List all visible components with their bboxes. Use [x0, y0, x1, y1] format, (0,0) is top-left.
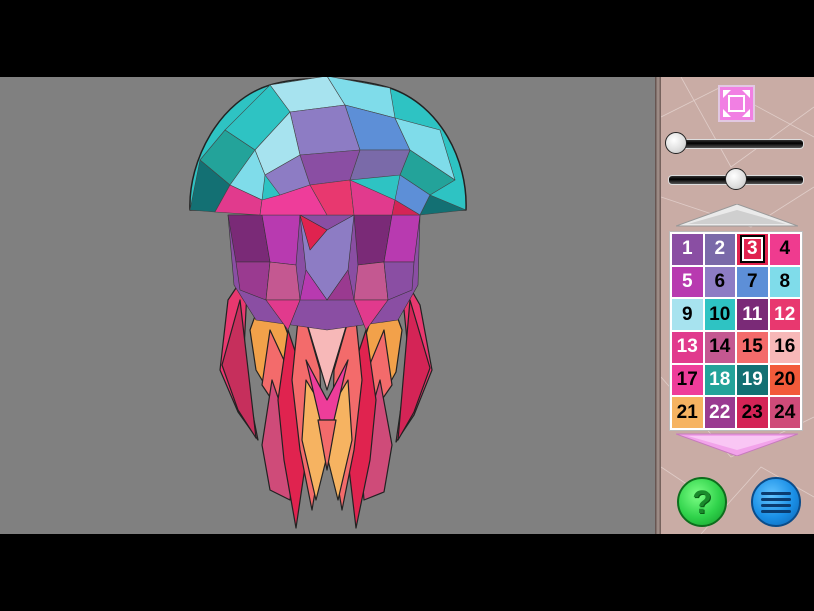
color-palette: 1 2 3 4 5 6 7 8 9 10 11 12 13 14 15 16 17 18 19 20 21 22 23 24 — [669, 231, 803, 431]
swatch-number: 9 — [681, 303, 693, 325]
palette-swatch-7[interactable]: 7 — [737, 266, 768, 298]
palette-swatch-15[interactable]: 15 — [737, 331, 768, 363]
swatch-number: 2 — [714, 238, 726, 260]
palette-swatch-20[interactable]: 20 — [769, 364, 800, 396]
swatch-number: 6 — [714, 270, 726, 292]
palette-scroll-up-button[interactable] — [675, 203, 799, 233]
swatch-number: 3 — [739, 235, 765, 264]
swatch-number: 20 — [774, 368, 796, 390]
slider-thumb[interactable] — [665, 132, 688, 154]
bottom-letterbox — [0, 534, 814, 611]
palette-swatch-21[interactable]: 21 — [672, 397, 703, 428]
palette-swatch-3[interactable]: 3 — [737, 234, 768, 265]
palette-swatch-24[interactable]: 24 — [769, 397, 800, 428]
drawing-canvas[interactable] — [0, 77, 655, 534]
jellyfish-picture[interactable] — [0, 77, 655, 534]
slider-track — [668, 139, 804, 149]
palette-scroll-down-button[interactable] — [675, 432, 799, 461]
hint-button[interactable]: ? — [677, 477, 727, 527]
menu-button[interactable] — [751, 477, 801, 527]
swatch-number: 18 — [709, 368, 731, 390]
swatch-number: 12 — [774, 303, 796, 325]
swatch-number: 1 — [681, 238, 693, 260]
triangle-down-icon — [675, 433, 799, 457]
fit-to-screen-button[interactable] — [718, 85, 755, 122]
brightness-slider[interactable] — [668, 168, 804, 192]
swatch-number: 5 — [681, 270, 693, 292]
palette-swatch-14[interactable]: 14 — [704, 331, 735, 363]
swatch-number: 4 — [779, 238, 791, 260]
triangle-up-icon — [675, 203, 799, 227]
swatch-number: 24 — [774, 401, 796, 423]
swatch-number: 14 — [709, 336, 731, 358]
palette-swatch-5[interactable]: 5 — [672, 266, 703, 298]
swatch-number: 10 — [709, 303, 731, 325]
swatch-number: 13 — [676, 336, 698, 358]
swatch-number: 17 — [676, 368, 698, 390]
palette-swatch-13[interactable]: 13 — [672, 331, 703, 363]
swatch-number: 22 — [709, 401, 731, 423]
palette-swatch-11[interactable]: 11 — [737, 299, 768, 330]
palette-swatch-6[interactable]: 6 — [704, 266, 735, 298]
swatch-number: 23 — [741, 401, 763, 423]
palette-swatch-12[interactable]: 12 — [769, 299, 800, 330]
fit-to-screen-icon — [723, 90, 750, 117]
question-mark-icon: ? — [692, 483, 712, 520]
palette-swatch-22[interactable]: 22 — [704, 397, 735, 428]
hamburger-menu-icon — [761, 492, 791, 513]
swatch-number: 19 — [741, 368, 763, 390]
palette-swatch-10[interactable]: 10 — [704, 299, 735, 330]
slider-thumb[interactable] — [725, 168, 747, 190]
palette-swatch-8[interactable]: 8 — [769, 266, 800, 298]
swatch-number: 15 — [741, 336, 763, 358]
palette-swatch-18[interactable]: 18 — [704, 364, 735, 396]
palette-swatch-2[interactable]: 2 — [704, 234, 735, 265]
palette-swatch-23[interactable]: 23 — [737, 397, 768, 428]
swatch-number: 11 — [742, 303, 763, 325]
palette-swatch-19[interactable]: 19 — [737, 364, 768, 396]
swatch-number: 21 — [676, 401, 698, 423]
zoom-slider[interactable] — [665, 132, 804, 156]
palette-swatch-4[interactable]: 4 — [769, 234, 800, 265]
top-letterbox — [0, 0, 814, 77]
palette-swatch-16[interactable]: 16 — [769, 331, 800, 363]
palette-swatch-9[interactable]: 9 — [672, 299, 703, 330]
palette-swatch-1[interactable]: 1 — [672, 234, 703, 265]
palette-swatch-17[interactable]: 17 — [672, 364, 703, 396]
swatch-number: 8 — [779, 270, 791, 292]
swatch-number: 7 — [746, 270, 758, 292]
swatch-number: 16 — [774, 336, 796, 358]
